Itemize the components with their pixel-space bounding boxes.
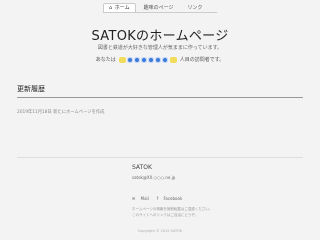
counter-digit (126, 56, 133, 63)
facebook-label: Facebook (163, 196, 183, 201)
counter-digit (133, 56, 140, 63)
footer-email: satok@XX.○○○.ne.jp (132, 175, 176, 180)
footer-note: このサイトへのリンクはご自由にどうぞ。 (132, 213, 199, 217)
sparkle-icon (169, 56, 177, 63)
mail-label: Mail (140, 196, 149, 201)
page-subtitle: 図書と鉄道が大好きな管理人が気ままに作っています。 (97, 45, 223, 51)
home-icon: ⌂ (109, 5, 113, 11)
mail-icon: ✉ (132, 196, 136, 201)
sparkle-icon (118, 56, 126, 63)
copyright: Copyright © 2019 SATOK (137, 229, 183, 233)
tab-hobby-label: 趣味のページ (143, 5, 174, 11)
updates-heading: 更新履歴 (17, 85, 45, 93)
counter-digit (140, 56, 147, 63)
social-links: ✉ Mail f Facebook (132, 196, 190, 201)
tab-home-label: ホーム (114, 5, 130, 11)
footer-name: SATOK (132, 164, 152, 171)
counter-digit (154, 56, 161, 63)
counter-digit (161, 56, 168, 63)
updates-divider (17, 97, 303, 98)
counter-digit (147, 56, 154, 63)
facebook-link[interactable]: f Facebook (157, 196, 187, 201)
footer-notes: ホームページの情報を無断転載はご遠慮ください。 このサイトへのリンクはご自由にど… (132, 206, 252, 218)
visitor-counter (118, 56, 178, 63)
page-title: SATOKのホームページ (91, 29, 229, 44)
mail-link[interactable]: ✉ Mail (132, 196, 153, 201)
visitor-prefix: あなたは (95, 57, 116, 63)
nav-divider (103, 12, 217, 13)
tab-links-label: リンク (187, 5, 203, 11)
update-item: 2019年11月18日 新たにホームページを作成 (17, 110, 105, 115)
visitor-suffix: 人目の訪問者です。 (179, 57, 225, 63)
visitor-counter-line: あなたは 人目の訪問者です。 (0, 56, 320, 63)
footer-divider (17, 157, 303, 158)
facebook-icon: f (156, 196, 159, 201)
